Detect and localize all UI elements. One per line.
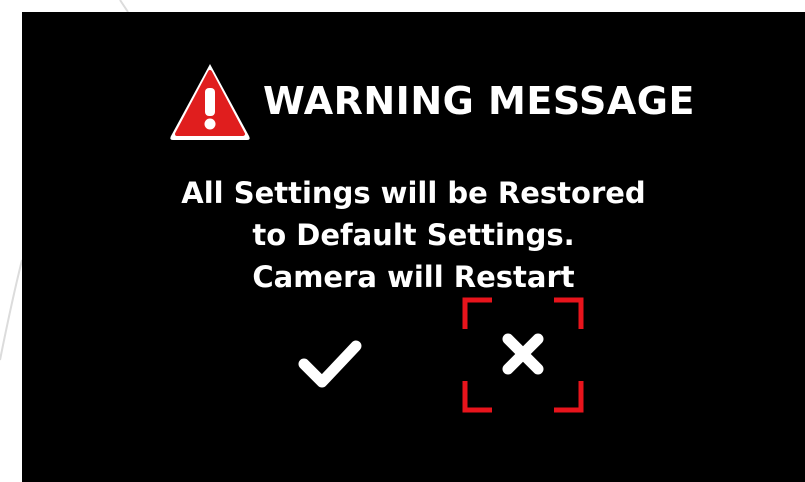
cross-icon	[502, 333, 544, 375]
selection-frame	[462, 297, 584, 413]
cancel-button[interactable]	[462, 297, 584, 413]
confirm-button[interactable]	[290, 322, 370, 402]
dialog-message: All Settings will be Restored to Default…	[22, 172, 805, 298]
dialog-header: WARNING MESSAGE	[167, 58, 695, 144]
camera-screen: WARNING MESSAGE All Settings will be Res…	[22, 12, 805, 482]
warning-triangle-icon	[170, 64, 250, 140]
page: WARNING MESSAGE All Settings will be Res…	[0, 0, 805, 482]
message-line: Camera will Restart	[252, 260, 575, 294]
message-line: to Default Settings.	[252, 218, 575, 252]
dialog-title: WARNING MESSAGE	[263, 79, 695, 123]
checkmark-icon	[298, 340, 362, 388]
message-line: All Settings will be Restored	[181, 176, 646, 210]
